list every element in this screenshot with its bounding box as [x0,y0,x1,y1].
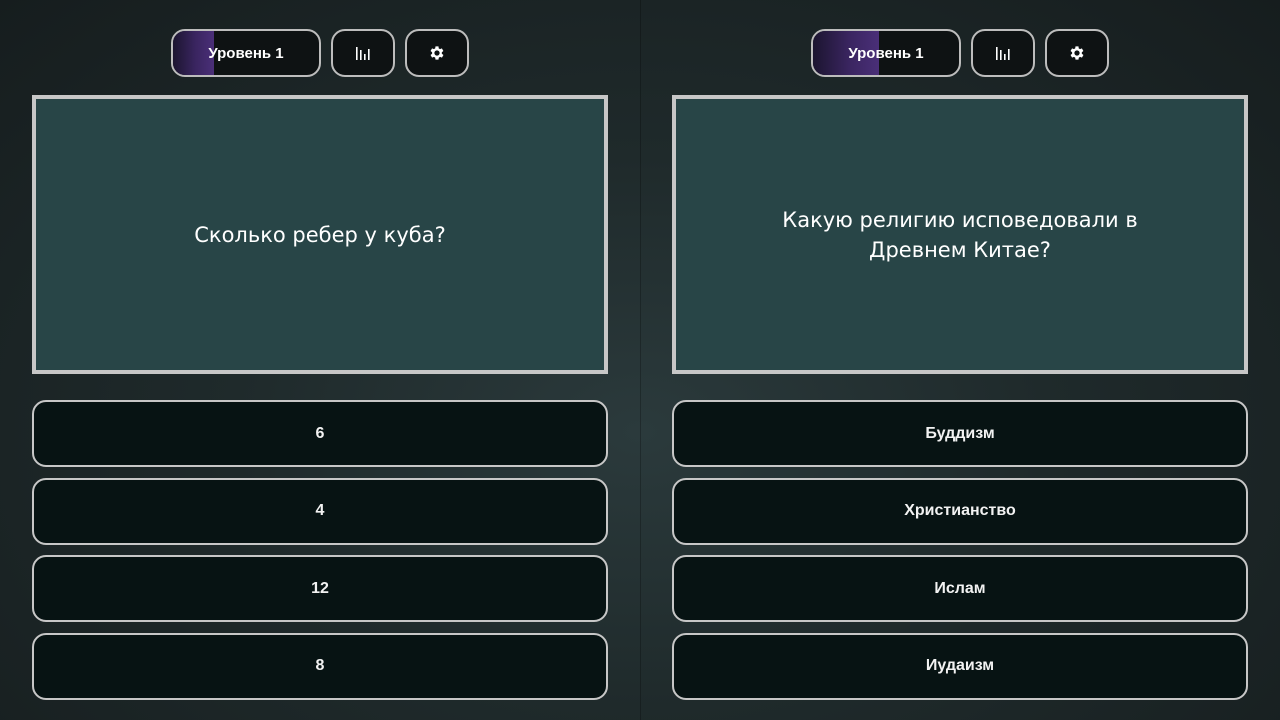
answer-button[interactable]: 8 [32,632,608,700]
level-label: Уровень 1 [848,44,924,62]
level-label: Уровень 1 [208,44,284,62]
stats-button[interactable] [971,29,1035,77]
bar-chart-icon [355,45,371,61]
question-card: Какую религию исповедовали в Древнем Кит… [672,95,1248,374]
stats-button[interactable] [331,29,395,77]
question-text: Сколько ребер у куба? [194,222,446,247]
answer-button[interactable]: Иудаизм [672,632,1248,700]
quiz-panel-left: Уровень 1 Сколько ребер у куба? 6 4 12 8 [0,0,640,720]
quiz-panel-right: Уровень 1 Какую религию исповедовали в Д… [640,0,1280,720]
settings-button[interactable] [405,29,469,77]
answer-button[interactable]: 4 [32,477,608,545]
answer-button[interactable]: 6 [32,400,608,467]
settings-button[interactable] [1045,29,1109,77]
top-bar: Уровень 1 [640,29,1280,77]
answer-list: 6 4 12 8 [32,400,608,710]
question-card: Сколько ребер у куба? [32,95,608,374]
answer-button[interactable]: 12 [32,555,608,622]
top-bar: Уровень 1 [0,29,640,77]
gear-icon [1068,44,1086,62]
answer-button[interactable]: Буддизм [672,400,1248,467]
bar-chart-icon [995,45,1011,61]
level-button[interactable]: Уровень 1 [811,29,961,77]
gear-icon [428,44,446,62]
level-button[interactable]: Уровень 1 [171,29,321,77]
answer-button[interactable]: Христианство [672,477,1248,545]
question-text: Какую религию исповедовали в Древнем Кит… [782,207,1138,262]
answer-button[interactable]: Ислам [672,555,1248,622]
answer-list: Буддизм Христианство Ислам Иудаизм [672,400,1248,710]
